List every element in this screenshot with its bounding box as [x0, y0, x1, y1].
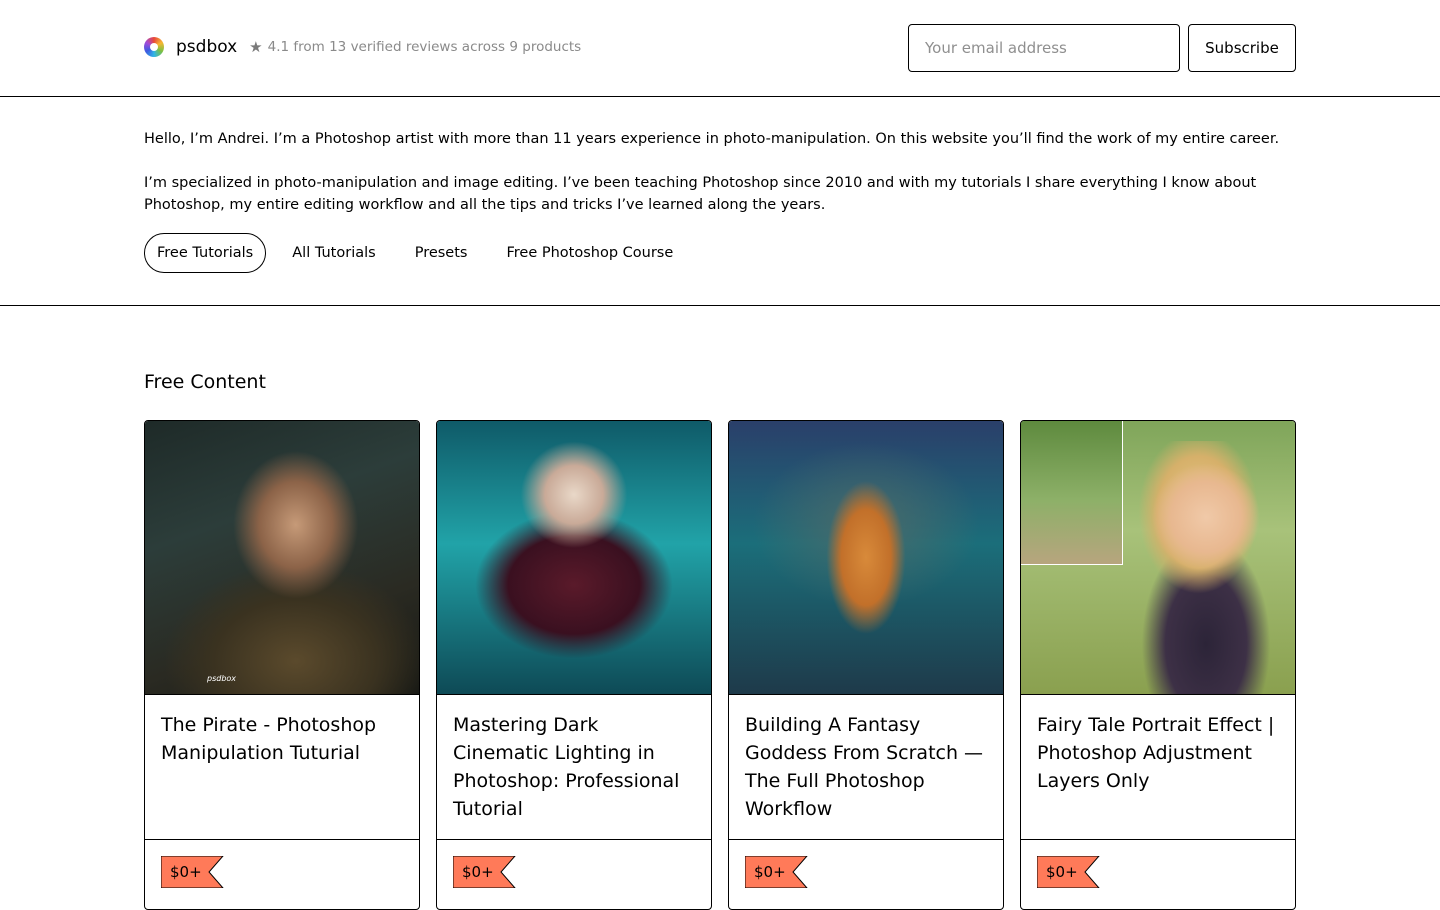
tab-presets[interactable]: Presets: [402, 233, 481, 273]
product-card[interactable]: Building A Fantasy Goddess From Scratch …: [728, 420, 1004, 910]
logo-icon[interactable]: [144, 37, 164, 57]
thumbnail-inset-photo: [1021, 421, 1123, 565]
product-footer: $0+: [437, 839, 711, 909]
product-thumbnail[interactable]: [729, 421, 1003, 695]
product-grid: psdbox The Pirate - Photoshop Manipulati…: [144, 420, 1296, 910]
rating-summary: ★ 4.1 from 13 verified reviews across 9 …: [249, 38, 581, 56]
product-card[interactable]: psdbox The Pirate - Photoshop Manipulati…: [144, 420, 420, 910]
product-thumbnail[interactable]: [437, 421, 711, 695]
product-card[interactable]: Fairy Tale Portrait Effect | Photoshop A…: [1020, 420, 1296, 910]
price-label: $0+: [1046, 863, 1078, 881]
product-title[interactable]: Mastering Dark Cinematic Lighting in Pho…: [453, 711, 699, 823]
product-thumbnail[interactable]: [1021, 421, 1295, 695]
section-title: Free Content: [144, 371, 266, 393]
product-thumbnail[interactable]: psdbox: [145, 421, 419, 695]
tab-all-tutorials[interactable]: All Tutorials: [279, 233, 388, 273]
price-tag: $0+: [161, 856, 225, 888]
price-tag: $0+: [1037, 856, 1101, 888]
email-input[interactable]: [908, 24, 1180, 72]
brand[interactable]: psdbox ★ 4.1 from 13 verified reviews ac…: [144, 37, 581, 57]
price-label: $0+: [462, 863, 494, 881]
product-footer: $0+: [729, 839, 1003, 909]
rating-text: 4.1 from 13 verified reviews across 9 pr…: [267, 39, 582, 55]
price-label: $0+: [754, 863, 786, 881]
brand-name[interactable]: psdbox: [176, 37, 237, 57]
watermark: psdbox: [207, 674, 237, 683]
subscribe-button[interactable]: Subscribe: [1188, 24, 1296, 72]
product-title[interactable]: Building A Fantasy Goddess From Scratch …: [745, 711, 991, 823]
intro-section: Hello, I’m Andrei. I’m a Photoshop artis…: [0, 97, 1440, 306]
price-tag: $0+: [745, 856, 809, 888]
site-header: psdbox ★ 4.1 from 13 verified reviews ac…: [0, 0, 1440, 97]
intro-paragraph-2: I’m specialized in photo-manipulation an…: [144, 175, 1257, 213]
price-label: $0+: [170, 863, 202, 881]
price-tag: $0+: [453, 856, 517, 888]
tab-free-photoshop-course[interactable]: Free Photoshop Course: [493, 233, 686, 273]
thumbnail-subject: [1131, 441, 1281, 694]
intro-paragraph-1: Hello, I’m Andrei. I’m a Photoshop artis…: [144, 131, 1280, 147]
product-title[interactable]: Fairy Tale Portrait Effect | Photoshop A…: [1037, 711, 1283, 795]
product-footer: $0+: [1021, 839, 1295, 909]
tab-free-tutorials[interactable]: Free Tutorials: [144, 233, 267, 273]
section-tabs: Free Tutorials All Tutorials Presets Fre…: [144, 233, 699, 273]
product-footer: $0+: [145, 839, 419, 909]
star-icon: ★: [249, 38, 263, 56]
product-card[interactable]: Mastering Dark Cinematic Lighting in Pho…: [436, 420, 712, 910]
product-title[interactable]: The Pirate - Photoshop Manipulation Tutu…: [161, 711, 407, 767]
